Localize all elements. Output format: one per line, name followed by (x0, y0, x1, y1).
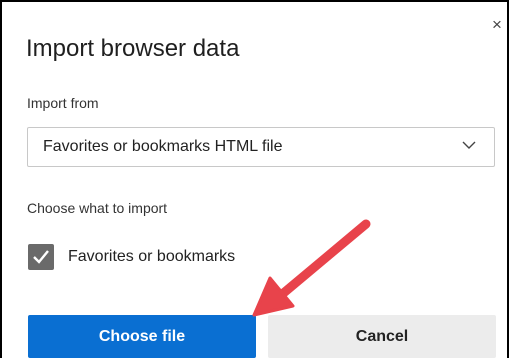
import-from-label: Import from (27, 95, 99, 111)
checkmark-icon (33, 250, 49, 264)
import-source-value: Favorites or bookmarks HTML file (43, 138, 283, 155)
dialog-title: Import browser data (26, 35, 240, 62)
favorites-checkbox[interactable] (28, 244, 54, 270)
favorites-checkbox-label: Favorites or bookmarks (68, 248, 236, 265)
close-icon[interactable]: × (492, 16, 502, 33)
choose-what-label: Choose what to import (27, 200, 168, 216)
cancel-button[interactable]: Cancel (268, 315, 496, 358)
chevron-down-icon (462, 141, 476, 149)
choose-file-button[interactable]: Choose file (28, 315, 256, 358)
import-dialog: × Import browser data Import from Favori… (0, 0, 509, 358)
import-source-dropdown[interactable]: Favorites or bookmarks HTML file (27, 127, 495, 167)
